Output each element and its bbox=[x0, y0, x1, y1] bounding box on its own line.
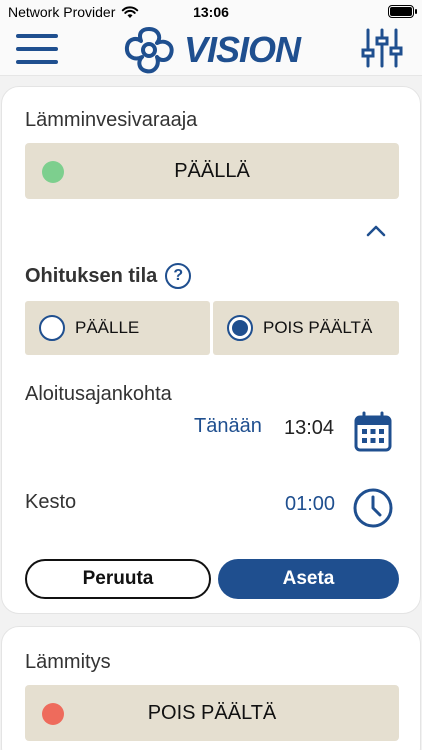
override-option-on[interactable]: PÄÄLLE bbox=[25, 301, 210, 355]
duration-picker-button[interactable] bbox=[352, 487, 393, 529]
override-option-off[interactable]: POIS PÄÄLTÄ bbox=[213, 301, 399, 355]
logo-text: VISION bbox=[184, 29, 301, 70]
water-heater-title: Lämminvesivaraaja bbox=[25, 109, 198, 131]
status-indicator-dot bbox=[42, 703, 64, 725]
heating-status-label: POIS PÄÄLTÄ bbox=[147, 701, 277, 724]
clock: 13:06 bbox=[193, 4, 229, 20]
calendar-icon bbox=[354, 411, 392, 452]
battery-icon bbox=[388, 5, 417, 18]
start-time-label: Aloitusajankohta bbox=[25, 383, 172, 405]
cancel-button[interactable]: Peruuta bbox=[25, 559, 211, 599]
radio-unselected-icon bbox=[39, 315, 65, 341]
heating-status[interactable]: POIS PÄÄLTÄ bbox=[25, 685, 399, 741]
settings-sliders-button[interactable] bbox=[360, 26, 404, 70]
override-option-off-label: POIS PÄÄLTÄ bbox=[263, 318, 373, 337]
heating-card: Lämmitys POIS PÄÄLTÄ bbox=[1, 626, 421, 750]
collapse-button[interactable] bbox=[364, 221, 388, 239]
heating-title: Lämmitys bbox=[25, 651, 111, 673]
water-heater-card: Lämminvesivaraaja PÄÄLLÄ Ohituksen tila … bbox=[1, 86, 421, 614]
duration-label: Kesto bbox=[25, 491, 77, 513]
set-button[interactable]: Aseta bbox=[218, 559, 399, 599]
start-day-value[interactable]: Tänään bbox=[194, 415, 262, 438]
chevron-up-icon bbox=[366, 225, 386, 237]
water-heater-status[interactable]: PÄÄLLÄ bbox=[25, 143, 399, 199]
clock-icon bbox=[353, 488, 393, 528]
app-logo: VISION bbox=[122, 24, 301, 76]
help-icon[interactable]: ? bbox=[165, 263, 192, 289]
status-indicator-dot bbox=[42, 161, 64, 183]
override-title-label: Ohituksen tila bbox=[25, 264, 158, 287]
start-time-value[interactable]: 13:04 bbox=[284, 417, 334, 440]
menu-button[interactable] bbox=[16, 32, 60, 66]
override-option-on-label: PÄÄLLE bbox=[75, 318, 140, 337]
override-section-title: Ohituksen tila ? bbox=[25, 263, 192, 289]
vision-logo-icon bbox=[124, 27, 174, 74]
radio-selected-icon bbox=[227, 315, 253, 341]
duration-value[interactable]: 01:00 bbox=[285, 493, 335, 516]
calendar-button[interactable] bbox=[353, 411, 393, 453]
sliders-icon bbox=[361, 28, 403, 68]
water-heater-status-label: PÄÄLLÄ bbox=[174, 159, 250, 182]
app-header: VISION bbox=[0, 24, 422, 76]
status-bar: Network Provider 13:06 bbox=[0, 0, 422, 24]
